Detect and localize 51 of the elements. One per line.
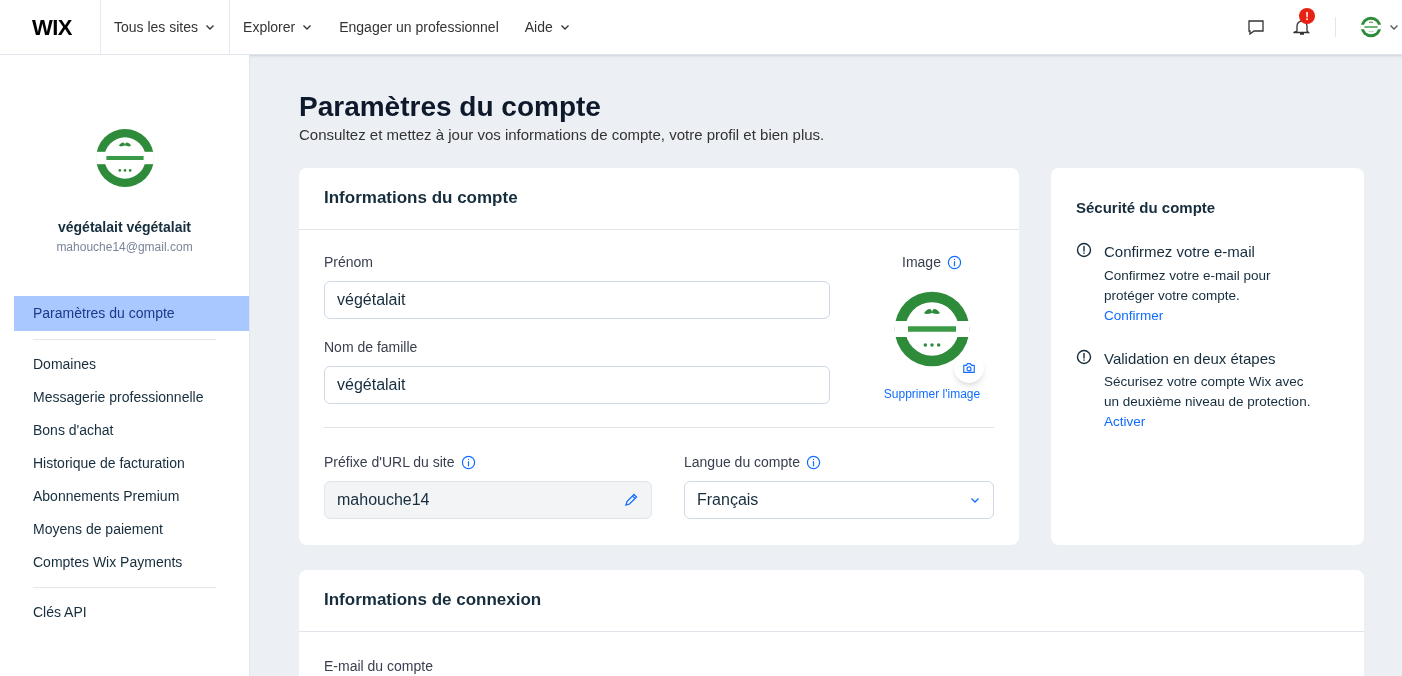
last-name-field[interactable]: végétalait [324,365,830,404]
field-label: Nom de famille [324,337,419,357]
security-link[interactable]: Activer [1104,412,1316,433]
profile-logo [93,127,156,189]
remove-image-link[interactable]: Supprimer l'image [883,384,981,403]
user-email: mahouche14@gmail.com [56,239,193,256]
sidebar-item[interactable]: Historique de facturation [14,447,249,480]
info-icon[interactable] [806,454,821,470]
camera-icon [962,360,976,375]
nav-menu[interactable]: Explorer [229,0,327,55]
avatar-icon [1360,16,1382,38]
card-title: Informations de connexion [299,569,1364,632]
field-label: Image [902,252,941,272]
sidebar-item[interactable]: Paramètres du compte [14,296,249,331]
page-subtitle: Consultez et mettez à jour vos informations de compte, votre profil et bien plus. [299,125,826,145]
sidebar-item[interactable]: Domaines [14,348,249,381]
sidebar-item[interactable]: Clés API [14,596,249,629]
field-label: Prénom [324,252,375,272]
pencil-icon[interactable] [623,491,639,508]
alert-icon [1076,242,1092,258]
info-icon[interactable] [460,454,476,470]
info-icon[interactable] [946,254,962,270]
url-prefix-field[interactable]: mahouche14 [324,480,652,519]
language-select[interactable]: Français [684,480,994,519]
sidebar-item[interactable]: Bons d'achat [14,414,249,447]
nav-menu[interactable]: Tous les sites [100,0,230,55]
nav-menu[interactable]: Aide [511,0,584,55]
sidebar-item[interactable]: Messagerie professionnelle [14,381,249,414]
security-item-text: Sécurisez votre compte Wix avec un deuxième niveau de protection. [1104,373,1312,412]
first-name-field[interactable]: végétalait [324,280,830,319]
field-label: Langue du compte [684,452,800,472]
bell-icon[interactable] [1293,18,1311,36]
camera-button[interactable] [954,352,984,383]
sidebar-item[interactable]: Comptes Wix Payments [14,546,249,579]
user-name: végétalait végétalait [57,218,192,237]
card-title: Sécurité du compte [1076,197,1217,218]
field-label: Préfixe d'URL du site [324,452,455,472]
security-item-title: Validation en deux étapes [1104,348,1277,369]
sidebar-item[interactable]: Moyens de paiement [14,513,249,546]
nav-menu[interactable]: Engager un professionnel [326,0,512,55]
sidebar-item[interactable]: Abonnements Premium [14,480,249,513]
alert-icon [1076,348,1092,365]
security-item-text: Confirmez votre e-mail pour protéger votre compte. [1104,266,1272,305]
card-title: Informations du compte [299,167,1019,230]
notification-badge: ! [1299,8,1315,24]
chat-icon[interactable] [1247,18,1265,36]
security-item-title: Confirmez votre e-mail [1104,242,1256,262]
field-label: E-mail du compte [323,656,434,676]
security-link[interactable]: Confirmer [1104,305,1316,326]
page-title: Paramètres du compte [299,90,602,124]
brand-logo[interactable]: WIX [0,10,100,44]
